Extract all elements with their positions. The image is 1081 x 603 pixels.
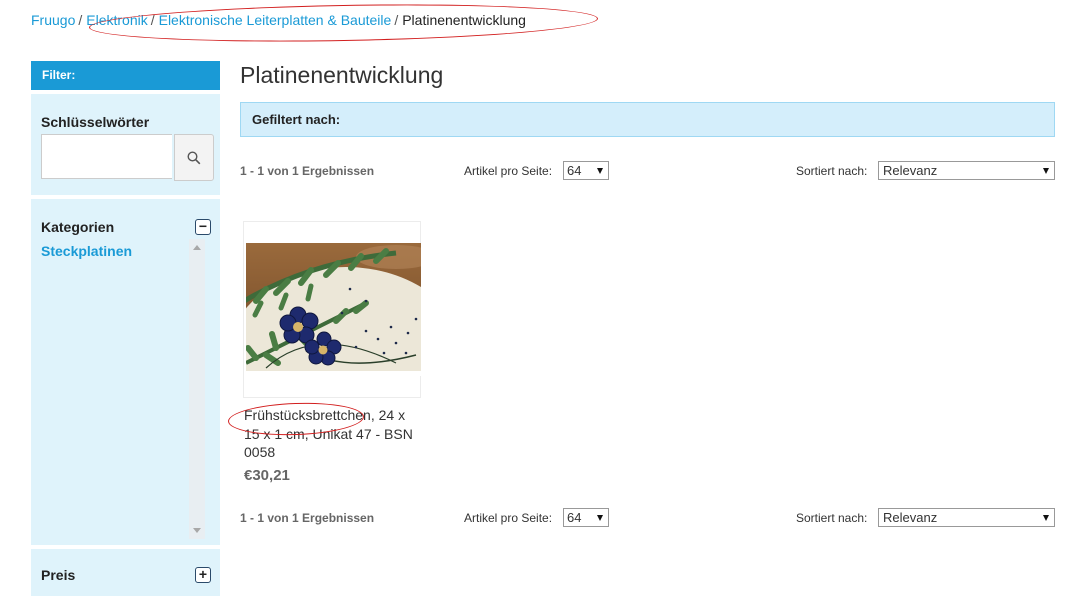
product-price: €30,21 [244, 467, 290, 484]
filter-sidebar: Filter: Schlüsselwörter Kategorien − Ste… [31, 61, 220, 596]
results-toolbar-top: 1 - 1 von 1 Ergebnissen Artikel pro Seit… [240, 161, 1055, 181]
sort-select[interactable]: Relevanz [878, 508, 1055, 527]
breadcrumb-link-elektronik[interactable]: Elektronik [86, 12, 147, 28]
per-page-select[interactable]: 64 [563, 161, 609, 180]
dropdown-arrow-icon [1043, 515, 1049, 521]
results-toolbar-bottom: 1 - 1 von 1 Ergebnissen Artikel pro Seit… [240, 508, 1055, 528]
categories-title: Kategorien [41, 219, 115, 235]
sort-label: Sortiert nach: [796, 164, 868, 178]
keyword-search-button[interactable] [174, 134, 214, 181]
keyword-search-input[interactable] [41, 134, 172, 179]
price-panel: Preis + [31, 549, 220, 596]
product-name-link[interactable]: Frühstücksbrettchen, 24 x 15 x 1 cm, Uni… [244, 406, 424, 462]
breadcrumb-separator: / [150, 12, 155, 28]
scroll-down-arrow-icon[interactable] [193, 528, 201, 533]
search-icon [187, 150, 201, 164]
dropdown-arrow-icon [597, 168, 603, 174]
sort-value: Relevanz [883, 163, 938, 178]
per-page-value: 64 [567, 163, 582, 178]
breadcrumb-current: Platinenentwicklung [402, 12, 526, 28]
sort-label: Sortiert nach: [796, 511, 868, 525]
category-scrollbar[interactable] [189, 239, 205, 539]
per-page-label: Artikel pro Seite: [464, 511, 553, 525]
product-image [246, 243, 421, 376]
dropdown-arrow-icon [1043, 168, 1049, 174]
per-page-label: Artikel pro Seite: [464, 164, 553, 178]
breadcrumb: Fruugo / Elektronik / Elektronische Leiterpl… [31, 12, 526, 28]
scroll-up-arrow-icon[interactable] [193, 245, 201, 250]
breadcrumb-link-leiterplatten[interactable]: Elektronische Leiterplatten & Bauteile [159, 12, 392, 28]
results-count: 1 - 1 von 1 Ergebnissen [240, 164, 375, 178]
breadcrumb-separator: / [394, 12, 399, 28]
breadcrumb-separator: / [78, 12, 83, 28]
collapse-icon[interactable]: − [195, 219, 211, 235]
keywords-panel: Schlüsselwörter [31, 94, 220, 195]
page-title: Platinenentwicklung [240, 62, 444, 88]
per-page-value: 64 [567, 510, 582, 525]
sort-value: Relevanz [883, 510, 938, 525]
product-card[interactable] [243, 221, 421, 398]
results-count: 1 - 1 von 1 Ergebnissen [240, 511, 375, 525]
filtered-by-bar: Gefiltert nach: [240, 102, 1055, 137]
per-page-select[interactable]: 64 [563, 508, 609, 527]
categories-panel: Kategorien − Steckplatinen [31, 199, 220, 545]
expand-icon[interactable]: + [195, 567, 211, 583]
category-item-steckplatinen[interactable]: Steckplatinen [41, 243, 132, 259]
price-title: Preis [41, 567, 76, 583]
breadcrumb-link-fruugo[interactable]: Fruugo [31, 12, 75, 28]
sort-select[interactable]: Relevanz [878, 161, 1055, 180]
keywords-title: Schlüsselwörter [41, 114, 150, 130]
filter-heading: Filter: [31, 61, 220, 90]
dropdown-arrow-icon [597, 515, 603, 521]
